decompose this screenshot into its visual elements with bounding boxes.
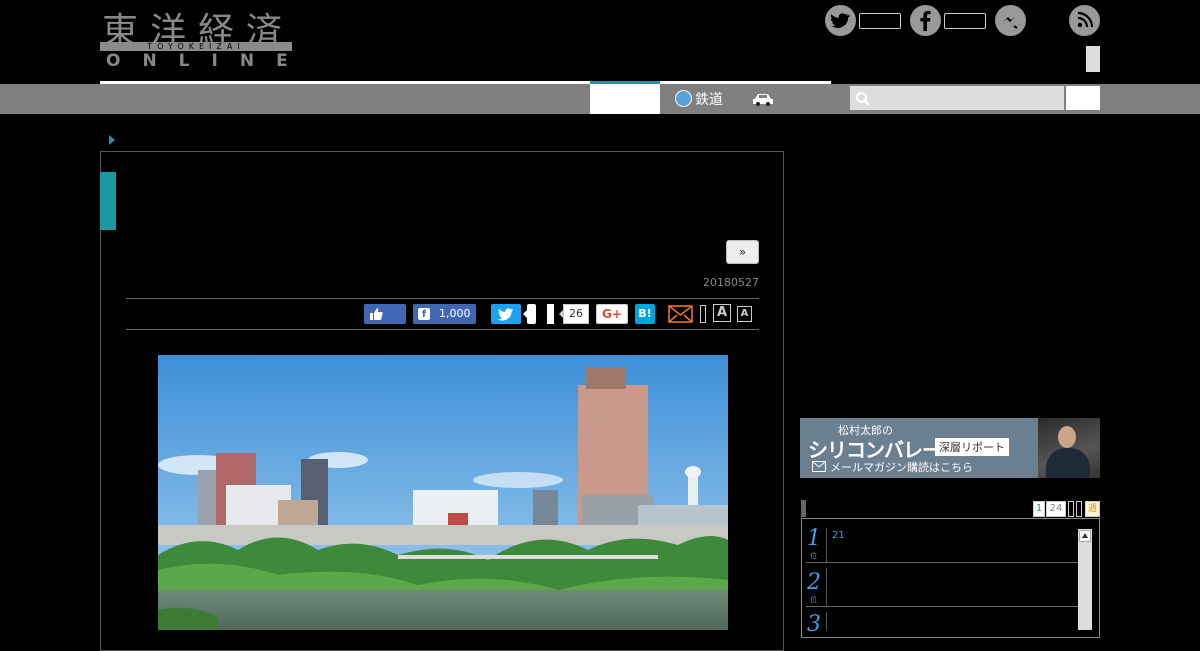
ranking-list: [801, 518, 1100, 638]
share-bottom-rule: [126, 329, 759, 330]
nav-tab-rail[interactable]: 鉄道: [660, 84, 740, 114]
mail-magazine-banner[interactable]: 松村太郎の シリコンバレー 深層リポート メールマガジン購読はこちら: [800, 418, 1100, 478]
rank-item-title[interactable]: 21: [832, 530, 845, 541]
search-input[interactable]: [850, 86, 1064, 110]
search-icon: [855, 91, 871, 107]
article-photo: [158, 355, 728, 630]
banner-mail-line: メールマガジン購読はこちら: [830, 461, 973, 474]
ranking-tab-monthly[interactable]: [1076, 501, 1082, 517]
banner-tag: 深層リポート: [935, 438, 1009, 456]
nav-tab-active[interactable]: [590, 84, 660, 114]
ranking-header-bar: [801, 500, 806, 517]
search-button[interactable]: [1066, 86, 1100, 110]
scroll-up-icon[interactable]: [1079, 530, 1091, 542]
font-small-button[interactable]: A: [737, 306, 752, 322]
ranking-tab-daily[interactable]: 1: [1033, 501, 1045, 517]
pocket-count: 26: [559, 304, 589, 324]
breadcrumb-arrow-icon: [109, 135, 115, 145]
rank-number: 1: [807, 526, 821, 551]
rank-divider: [826, 612, 827, 630]
facebook-share-icon: f: [418, 308, 430, 320]
logo-roman: TOYOKEIZAI: [147, 42, 245, 51]
ranking-tab-special[interactable]: 週: [1085, 501, 1100, 517]
hatena-bookmark-button[interactable]: B!: [635, 304, 655, 324]
rank-separator: [806, 562, 1078, 563]
logo-online: ONLINE: [106, 51, 310, 71]
pocket-button[interactable]: [547, 304, 554, 324]
publish-date: 20180527: [703, 276, 759, 289]
ranking-scrollbar[interactable]: [1078, 529, 1092, 630]
category-tag: [100, 172, 116, 230]
rank-divider: [826, 528, 827, 562]
share-top-rule: [126, 298, 759, 299]
rank-unit: 位: [810, 552, 817, 560]
ranking-tab-24h[interactable]: 24: [1046, 501, 1066, 517]
rank-number: 2: [807, 570, 821, 595]
rank-unit: 位: [810, 596, 817, 604]
site-logo[interactable]: 東洋経済 TOYOKEIZAI ONLINE: [100, 6, 292, 72]
facebook-share-button[interactable]: f 1,000: [413, 304, 476, 324]
banner-envelope-icon: [812, 461, 826, 472]
font-large-button[interactable]: A: [713, 304, 731, 322]
car-icon[interactable]: [752, 91, 774, 106]
facebook-like-button[interactable]: [364, 304, 406, 324]
rss-icon[interactable]: [1069, 5, 1100, 36]
facebook-like-count: [944, 13, 986, 29]
nav-tab-rail-label: 鉄道: [695, 92, 723, 108]
facebook-share-count: 1,000: [439, 307, 471, 320]
train-icon: [675, 90, 692, 107]
banner-author-photo: [1038, 418, 1100, 478]
rank-number: 3: [807, 612, 821, 637]
mail-icon[interactable]: [668, 304, 693, 324]
next-page-button[interactable]: »: [726, 240, 759, 264]
print-button[interactable]: [700, 305, 706, 323]
ranking-tab-weekly[interactable]: [1068, 501, 1074, 517]
header-login-box[interactable]: [1086, 46, 1100, 72]
twitter-icon[interactable]: [825, 5, 856, 36]
facebook-icon[interactable]: [910, 5, 941, 36]
twitter-follow-count: [859, 13, 901, 29]
rank-divider: [826, 568, 827, 606]
rank-separator: [806, 606, 1078, 607]
tweet-count: [523, 304, 536, 324]
tweet-button[interactable]: [491, 304, 521, 324]
messenger-icon[interactable]: [995, 5, 1026, 36]
google-plus-button[interactable]: G+: [596, 304, 628, 324]
